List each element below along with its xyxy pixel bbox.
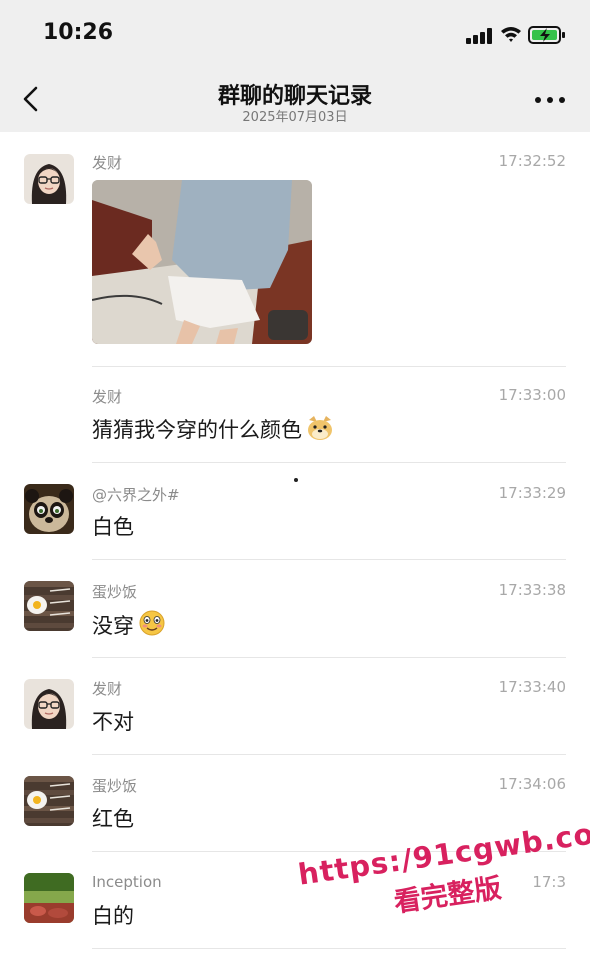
sender-name: @六界之外# — [92, 486, 180, 504]
divider — [92, 948, 566, 949]
message-time: 17:34:06 — [498, 775, 566, 793]
message-text-content: 猜猜我今穿的什么颜色 — [92, 418, 302, 442]
girl-glasses-avatar-image — [24, 154, 74, 204]
avatar[interactable] — [24, 581, 74, 631]
avatar[interactable] — [24, 484, 74, 534]
watermark: https:/91cgwb.com 看完整版 — [296, 812, 590, 933]
message-text-content: 没穿 — [92, 614, 134, 638]
sender-name: Inception — [92, 873, 162, 891]
divider — [92, 559, 566, 560]
page-subtitle-date: 2025年07月03日 — [242, 110, 348, 125]
message-time: 17:33:29 — [498, 484, 566, 502]
doge-emoji-icon — [308, 416, 332, 440]
landscape-avatar-image — [24, 873, 74, 923]
message-text: 白的 — [92, 904, 134, 928]
avatar[interactable] — [24, 154, 74, 204]
message-time: 17:32:52 — [498, 152, 566, 170]
status-bar: 10:26 — [0, 0, 590, 66]
message-text: 猜猜我今穿的什么颜色 — [92, 414, 334, 444]
sender-name: 蛋炒饭 — [92, 777, 138, 795]
girl-glasses-avatar-image — [24, 679, 74, 729]
stray-dot — [294, 478, 298, 482]
egg-rice-avatar-image — [24, 581, 74, 631]
cellular-signal-icon — [466, 28, 492, 44]
wifi-icon — [501, 27, 521, 42]
divider — [92, 754, 566, 755]
sender-name: 发财 — [92, 154, 123, 172]
message-time: 17:33:00 — [498, 386, 566, 404]
chat-history-screen: 10:26 群聊的聊天记录 2025年07月03日 发财 17:32:52 发财… — [0, 0, 590, 970]
divider — [92, 366, 566, 367]
blushing-face-emoji-icon — [139, 610, 165, 636]
sender-name: 发财 — [92, 388, 123, 406]
photo-image — [92, 180, 312, 344]
avatar[interactable] — [24, 776, 74, 826]
message-time: 17:33:38 — [498, 581, 566, 599]
message-text: 白色 — [92, 515, 134, 539]
status-time: 10:26 — [43, 20, 114, 45]
avatar[interactable] — [24, 873, 74, 923]
message-text: 红色 — [92, 807, 134, 831]
battery-charging-icon — [528, 26, 565, 44]
panda-avatar-image — [24, 484, 74, 534]
message-time: 17:33:40 — [498, 678, 566, 696]
more-options-icon[interactable] — [534, 94, 566, 106]
message-text: 不对 — [92, 710, 134, 734]
sender-name: 蛋炒饭 — [92, 583, 138, 601]
sender-name: 发财 — [92, 680, 123, 698]
divider — [92, 657, 566, 658]
divider — [92, 462, 566, 463]
nav-bar: 群聊的聊天记录 2025年07月03日 — [0, 66, 590, 132]
egg-rice-avatar-image — [24, 776, 74, 826]
photo-attachment[interactable] — [92, 180, 312, 344]
message-text: 没穿 — [92, 609, 166, 640]
avatar[interactable] — [24, 679, 74, 729]
